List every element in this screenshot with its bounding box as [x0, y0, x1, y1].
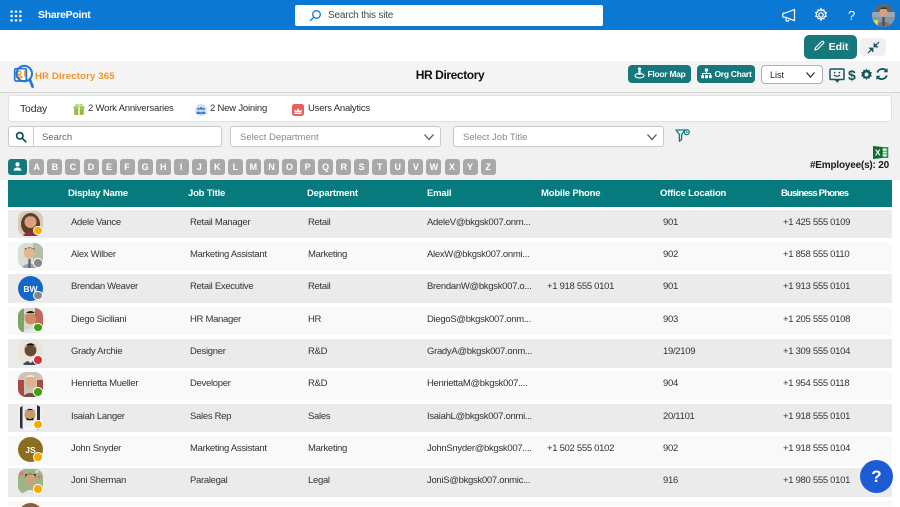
svg-text:X: X: [875, 148, 881, 158]
